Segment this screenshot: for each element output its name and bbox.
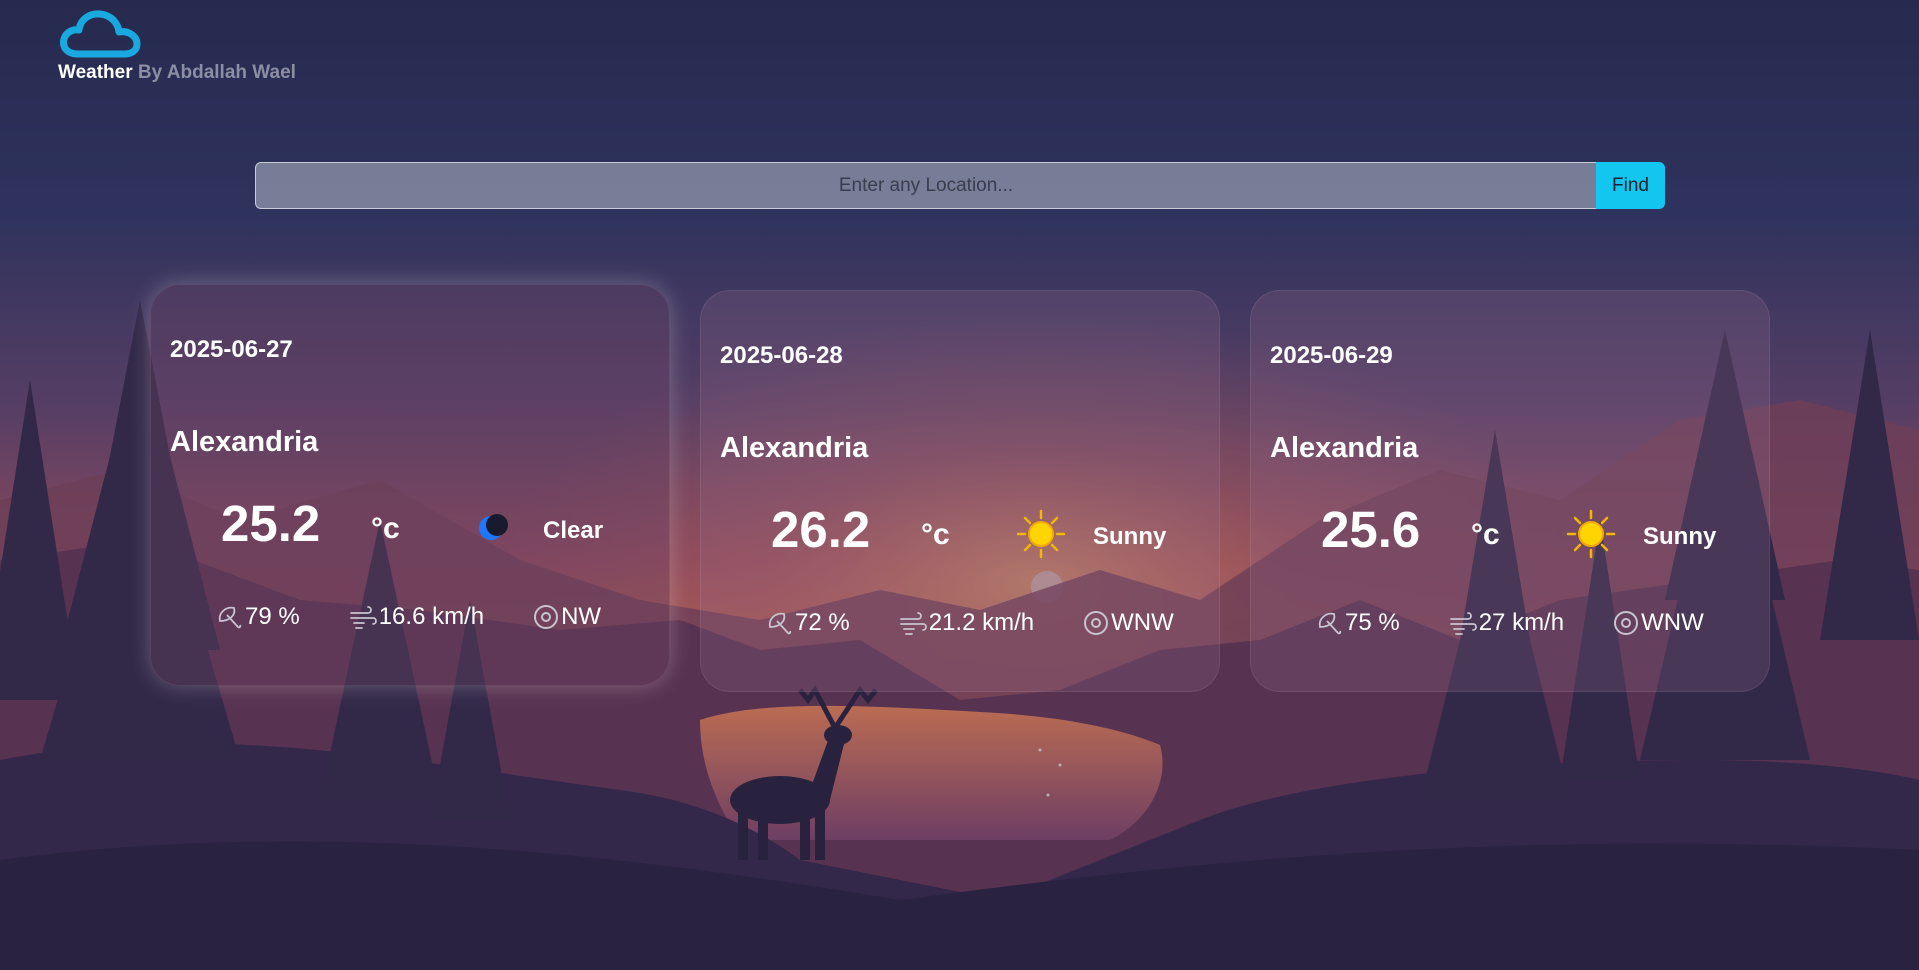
umbrella-icon xyxy=(768,612,792,635)
wind-value: 21.2 km/h xyxy=(928,609,1035,636)
card-temperature: 25.2 xyxy=(221,495,321,552)
card-unit: °c xyxy=(1471,518,1500,551)
compass-icon xyxy=(534,605,559,629)
card-unit: °c xyxy=(921,518,950,551)
umbrella-icon xyxy=(1318,612,1342,635)
card-condition: Clear xyxy=(543,517,604,544)
humidity-stat: 79 % xyxy=(216,603,300,631)
compass-icon xyxy=(1614,611,1639,635)
direction-value: WNW xyxy=(1641,609,1704,636)
wind-icon xyxy=(349,606,377,629)
humidity-value: 72 % xyxy=(795,609,850,636)
wind-stat: 16.6 km/h xyxy=(348,603,484,631)
cloud-logo-icon xyxy=(60,10,141,58)
direction-stat: NW xyxy=(532,603,601,631)
humidity-stat: 72 % xyxy=(766,609,850,637)
find-button[interactable]: Find xyxy=(1596,162,1665,209)
card-date: 2025-06-27 xyxy=(170,336,293,363)
card-condition: Sunny xyxy=(1093,523,1167,550)
umbrella-icon xyxy=(218,606,242,629)
wind-value: 16.6 km/h xyxy=(378,603,485,630)
brand-text: Weather By Abdallah Wael xyxy=(58,62,296,84)
direction-value: NW xyxy=(561,603,602,630)
card-temperature: 26.2 xyxy=(771,501,871,558)
card-city: Alexandria xyxy=(1270,432,1419,464)
card-stats: 75 % 27 km/h WNW xyxy=(1316,609,1704,637)
card-temperature: 25.6 xyxy=(1321,501,1421,558)
card-unit: °c xyxy=(371,512,400,545)
direction-stat: WNW xyxy=(1612,609,1704,637)
humidity-value: 79 % xyxy=(245,603,300,630)
humidity-value: 75 % xyxy=(1345,609,1400,636)
wind-value: 27 km/h xyxy=(1478,609,1565,636)
compass-icon xyxy=(1084,611,1109,635)
brand-name: Weather xyxy=(58,62,133,83)
card-date: 2025-06-28 xyxy=(720,342,843,369)
card-stats: 72 % 21.2 km/h WNW xyxy=(766,609,1174,637)
card-city: Alexandria xyxy=(170,426,319,458)
card-condition: Sunny xyxy=(1643,523,1717,550)
sun-icon xyxy=(1566,509,1616,559)
forecast-card[interactable]: 2025-06-27 Alexandria 25.2 °c Clear 79 %… xyxy=(150,284,670,686)
card-date: 2025-06-29 xyxy=(1270,342,1393,369)
direction-stat: WNW xyxy=(1082,609,1174,637)
forecast-card[interactable]: 2025-06-29 Alexandria 25.6 °c Sunny 75 %… xyxy=(1250,290,1770,692)
moon-icon xyxy=(479,514,508,540)
sun-icon xyxy=(1016,509,1066,559)
brand[interactable]: Weather By Abdallah Wael xyxy=(58,8,296,84)
brand-author: By Abdallah Wael xyxy=(137,62,296,83)
wind-stat: 21.2 km/h xyxy=(898,609,1034,637)
card-city: Alexandria xyxy=(720,432,869,464)
location-search-input[interactable] xyxy=(255,162,1596,209)
direction-value: WNW xyxy=(1111,609,1174,636)
wind-stat: 27 km/h xyxy=(1448,609,1564,637)
wind-icon xyxy=(1449,612,1477,635)
search-bar: Find xyxy=(255,162,1665,209)
forecast-card[interactable]: 2025-06-28 Alexandria 26.2 °c Sunny 72 %… xyxy=(700,290,1220,692)
wind-icon xyxy=(899,612,927,635)
card-stats: 79 % 16.6 km/h NW xyxy=(216,603,601,631)
humidity-stat: 75 % xyxy=(1316,609,1400,637)
